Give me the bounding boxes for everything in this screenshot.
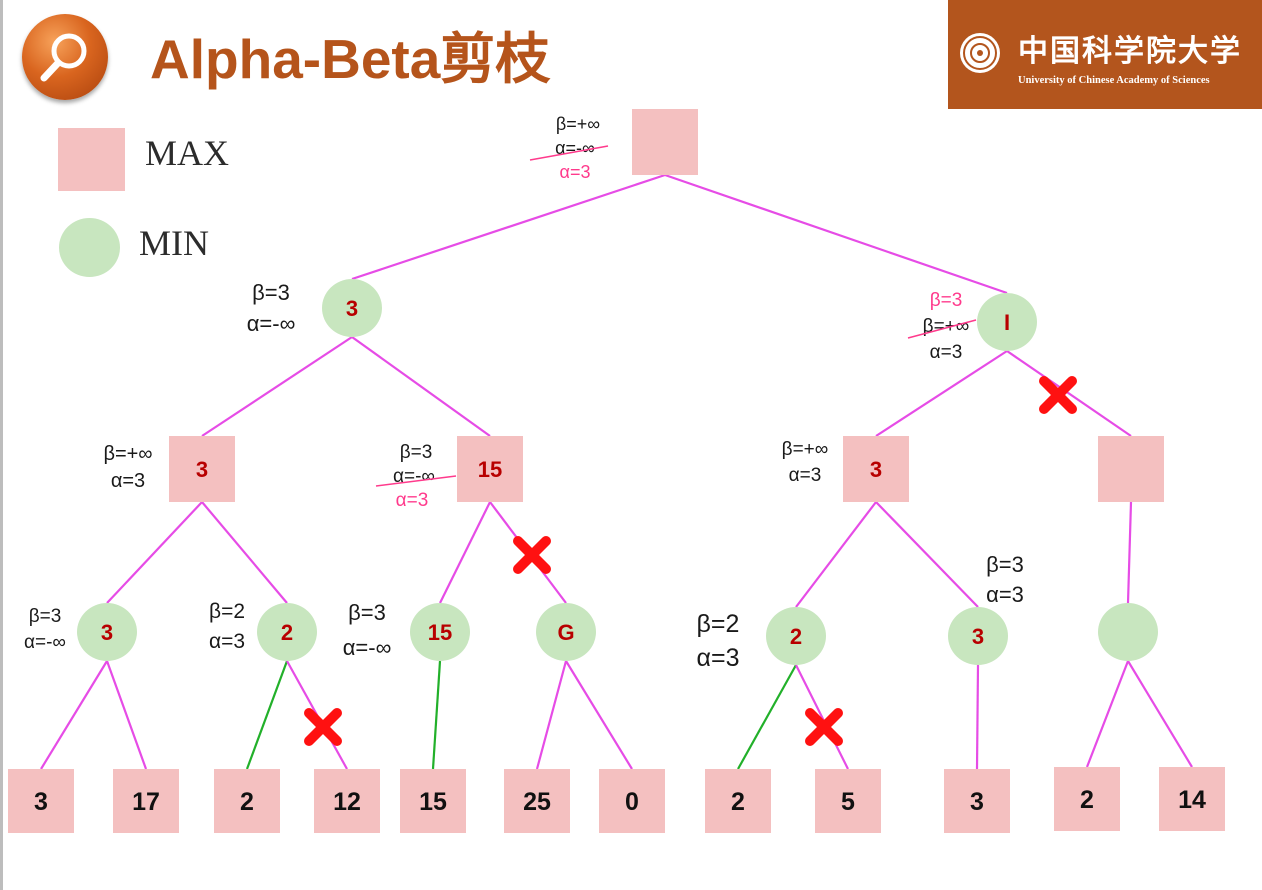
tree-nodes: 3I3 15 33 2 15 G 2 33 17 2 12 15 25 0 2 5 3 2 14 (8, 109, 1225, 833)
annotation-b1-beta: β=+∞ (782, 439, 829, 460)
edge-b-b2 (1006, 350, 1132, 437)
annotation-b-beta-old: β=+∞ (923, 316, 970, 337)
prune-cross-icon (304, 708, 342, 746)
node-value-l10: 3 (970, 788, 984, 816)
annotation-a2-alpha-new: α=3 (396, 490, 429, 511)
node-value-l4: 12 (333, 788, 361, 816)
node-value-l2: 17 (132, 788, 160, 816)
node-value-m6: 3 (972, 624, 984, 649)
node-value-l3: 2 (240, 788, 254, 816)
annotation-a1-beta: β=+∞ (103, 443, 152, 465)
max-node-b2 (1098, 436, 1164, 502)
node-value-l6: 25 (523, 788, 551, 816)
annotation-root-alpha-new: α=3 (560, 162, 591, 182)
node-value-l5: 15 (419, 788, 447, 816)
annotation-a1-alpha: α=3 (111, 470, 145, 492)
edge-m5-l8 (737, 664, 797, 770)
annotation-m3-beta: β=3 (348, 600, 386, 625)
edge-a-a2 (351, 336, 491, 437)
edge-m7-l11 (1085, 660, 1130, 768)
annotation-m6-beta: β=3 (986, 552, 1024, 577)
edge-root-b (664, 173, 1008, 295)
node-value-m2: 2 (281, 620, 293, 645)
max-node-root (632, 109, 698, 175)
edge-m7-l12 (1127, 660, 1193, 768)
node-value-m5: 2 (790, 624, 802, 649)
annotation-m2-alpha: α=3 (209, 630, 245, 653)
annotation-a-alpha: α=-∞ (247, 311, 296, 336)
edge-a2-m3 (439, 501, 491, 604)
node-value-l7: 0 (625, 788, 639, 816)
annotation-m5-alpha: α=3 (697, 644, 740, 672)
edge-root-a (351, 173, 666, 281)
edge-m6-l10 (975, 664, 980, 770)
edge-b1-m5 (795, 501, 877, 608)
edge-m4-l7 (565, 660, 633, 770)
annotation-b1-alpha: α=3 (789, 465, 822, 486)
edge-a1-m2 (201, 501, 288, 604)
node-value-l1: 3 (34, 788, 48, 816)
node-value-l8: 2 (731, 788, 745, 816)
node-value-a1: 3 (196, 457, 208, 482)
annotation-m5-beta: β=2 (697, 610, 740, 638)
edge-m1-l2 (105, 660, 148, 770)
edge-b-b1 (875, 350, 1008, 437)
edge-m4-l6 (535, 660, 568, 770)
node-value-l11: 2 (1080, 786, 1094, 814)
node-value-l12: 14 (1178, 786, 1206, 814)
annotation-m6-alpha: α=3 (986, 582, 1024, 607)
edge-m1-l1 (40, 660, 108, 770)
annotation-m2-beta: β=2 (209, 600, 245, 623)
edge-m2-l3 (245, 660, 289, 770)
edge-m3-l5 (431, 660, 442, 770)
node-value-m1: 3 (101, 620, 113, 645)
node-value-a2: 15 (478, 457, 502, 482)
node-value-m3: 15 (428, 620, 452, 645)
annotation-m3-alpha: α=-∞ (343, 635, 392, 660)
prune-cross-icon (513, 536, 551, 574)
edge-a1-m1 (106, 501, 203, 604)
annotation-a-beta: β=3 (252, 280, 290, 305)
prune-marks (304, 376, 1077, 746)
alpha-beta-tree: 3I3 15 33 2 15 G 2 33 17 2 12 15 25 0 2 5 3 2 14β=+∞α=-∞α=… (8, 109, 1225, 833)
annotation-b-alpha: α=3 (930, 342, 963, 363)
node-value-b1: 3 (870, 457, 882, 482)
edge-a-a1 (201, 336, 353, 437)
annotation-root-beta: β=+∞ (556, 114, 600, 134)
node-value-m4: G (557, 620, 574, 645)
node-value-a: 3 (346, 296, 358, 321)
alpha-beta-annotations: β=+∞ α=-∞ α=3 β=3 α=-∞ β=3 β=+∞ α=3 β=+∞ α=3 β=3 α=… (24, 114, 1024, 672)
min-node-m7 (1098, 603, 1158, 661)
node-value-b: I (1004, 310, 1010, 335)
node-value-l9: 5 (841, 788, 855, 816)
edge-b2-m7 (1126, 501, 1133, 604)
edge-b1-m6 (875, 501, 979, 608)
annotation-m1-beta: β=3 (29, 606, 62, 627)
prune-cross-icon (805, 708, 843, 746)
annotation-b-beta-new: β=3 (930, 290, 963, 311)
annotation-m1-alpha: α=-∞ (24, 632, 66, 653)
annotation-a2-beta: β=3 (400, 442, 433, 463)
